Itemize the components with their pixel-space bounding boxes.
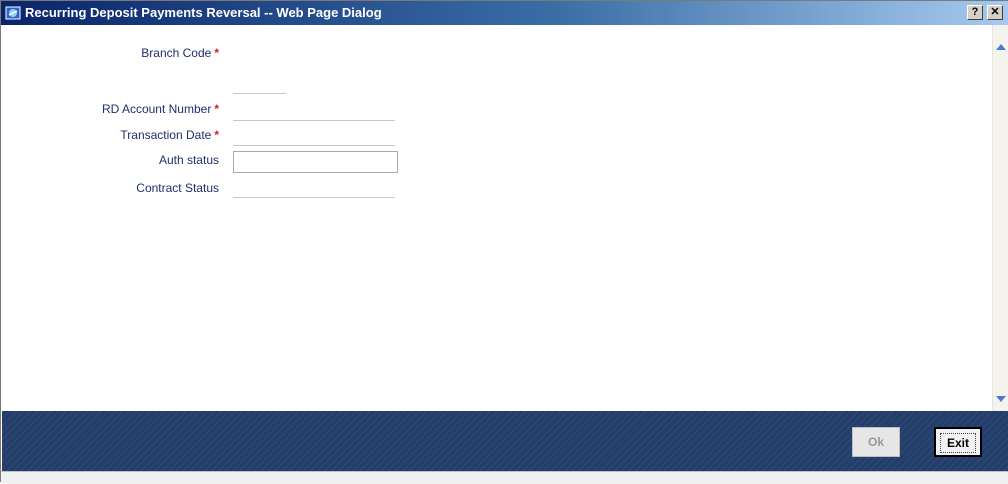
- contract-status-label: Contract Status: [136, 181, 219, 195]
- required-marker: *: [214, 128, 219, 142]
- scroll-down-arrow-icon[interactable]: [995, 393, 1007, 405]
- close-icon: ✕: [990, 6, 1000, 18]
- contract-status-field[interactable]: [233, 197, 395, 198]
- auth-status-label: Auth status: [158, 153, 219, 167]
- title-bar[interactable]: Recurring Deposit Payments Reversal -- W…: [1, 1, 1008, 25]
- dialog-window: Recurring Deposit Payments Reversal -- W…: [0, 0, 1008, 484]
- required-marker: *: [214, 46, 219, 60]
- exit-button[interactable]: Exit: [934, 427, 982, 457]
- transaction-date-field[interactable]: [233, 145, 395, 146]
- transaction-date-label: Transaction Date *: [120, 128, 219, 142]
- ie-dialog-icon: [5, 6, 21, 20]
- scroll-up-arrow-icon[interactable]: [995, 41, 1007, 53]
- form-area: Branch Code * RD Account Number * Transact…: [2, 25, 992, 411]
- required-marker: *: [214, 102, 219, 116]
- vertical-scrollbar[interactable]: [992, 25, 1008, 411]
- window-title: Recurring Deposit Payments Reversal -- W…: [25, 5, 382, 20]
- ok-button[interactable]: Ok: [852, 427, 900, 457]
- rd-account-number-field[interactable]: [233, 120, 395, 121]
- close-button[interactable]: ✕: [987, 5, 1003, 20]
- rd-account-number-label: RD Account Number *: [101, 102, 219, 116]
- help-icon: ?: [971, 6, 979, 18]
- branch-code-field[interactable]: [233, 93, 286, 94]
- exit-button-label: Exit: [939, 433, 976, 453]
- auth-status-field[interactable]: [233, 151, 398, 173]
- branch-code-label: Branch Code *: [141, 46, 219, 60]
- help-button[interactable]: ?: [967, 5, 983, 20]
- button-bar: Ok Exit: [2, 411, 1008, 471]
- status-strip: [1, 471, 1008, 484]
